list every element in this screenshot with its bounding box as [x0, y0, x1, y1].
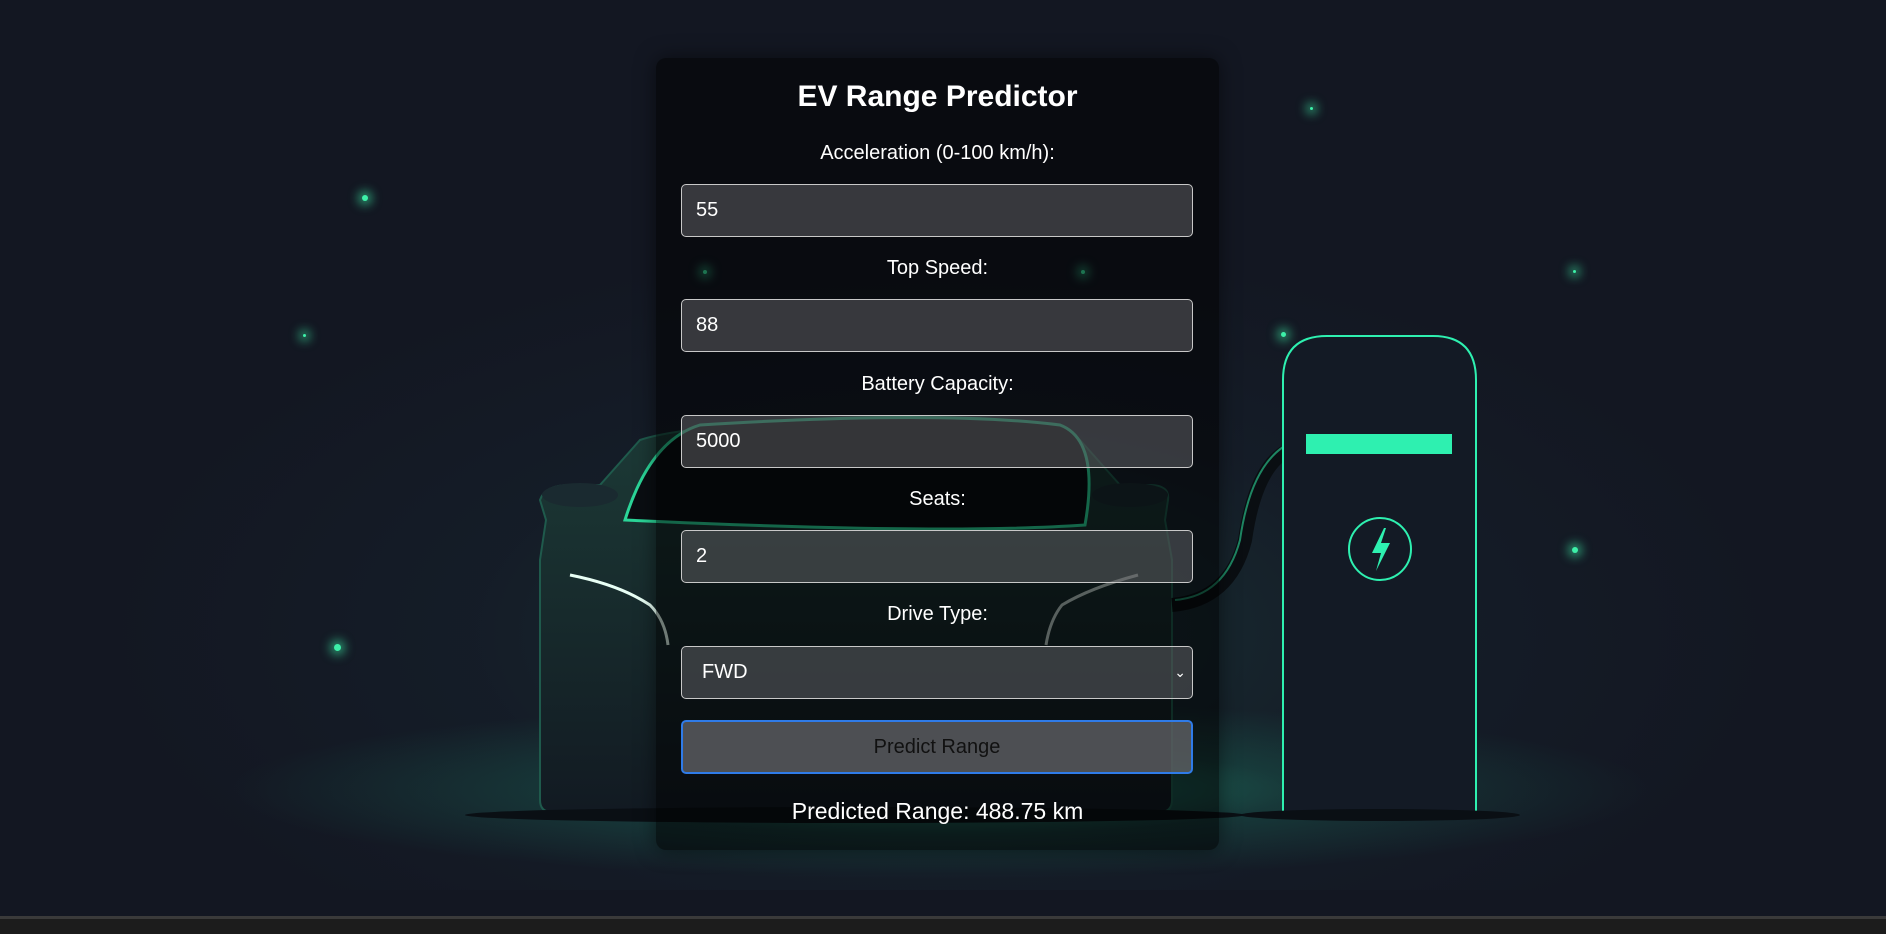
- glow-particle: [1572, 547, 1578, 553]
- glow-particle: [1281, 332, 1286, 337]
- acceleration-input[interactable]: 55: [681, 184, 1193, 237]
- battery-capacity-input[interactable]: 5000: [681, 415, 1193, 468]
- glow-particle: [1573, 270, 1576, 273]
- top-speed-label: Top Speed:: [886, 257, 989, 279]
- glow-particle: [362, 195, 368, 201]
- page-title: EV Range Predictor: [797, 80, 1078, 113]
- top-speed-input[interactable]: 88: [681, 299, 1193, 352]
- glow-particle: [334, 644, 341, 651]
- seats-input-value: 2: [696, 545, 708, 567]
- predict-range-button[interactable]: Predict Range: [681, 720, 1193, 774]
- glow-particle: [303, 334, 306, 337]
- drive-type-label: Drive Type:: [887, 603, 988, 625]
- battery-capacity-input-value: 5000: [696, 430, 741, 452]
- taskbar-edge: [0, 916, 1886, 934]
- drive-type-selected-value: FWD: [702, 661, 748, 683]
- predicted-range-result: Predicted Range: 488.75 km: [791, 798, 1084, 824]
- drive-type-select[interactable]: FWD ⌄: [681, 646, 1193, 699]
- seats-label: Seats:: [909, 488, 966, 510]
- chevron-down-icon: ⌄: [1174, 664, 1186, 680]
- acceleration-label: Acceleration (0-100 km/h):: [820, 142, 1055, 164]
- seats-input[interactable]: 2: [681, 530, 1193, 583]
- glow-particle: [1310, 107, 1313, 110]
- charging-station: [1240, 335, 1520, 821]
- acceleration-input-value: 55: [696, 199, 719, 221]
- top-speed-input-value: 88: [696, 314, 719, 336]
- battery-capacity-label: Battery Capacity:: [861, 373, 1014, 395]
